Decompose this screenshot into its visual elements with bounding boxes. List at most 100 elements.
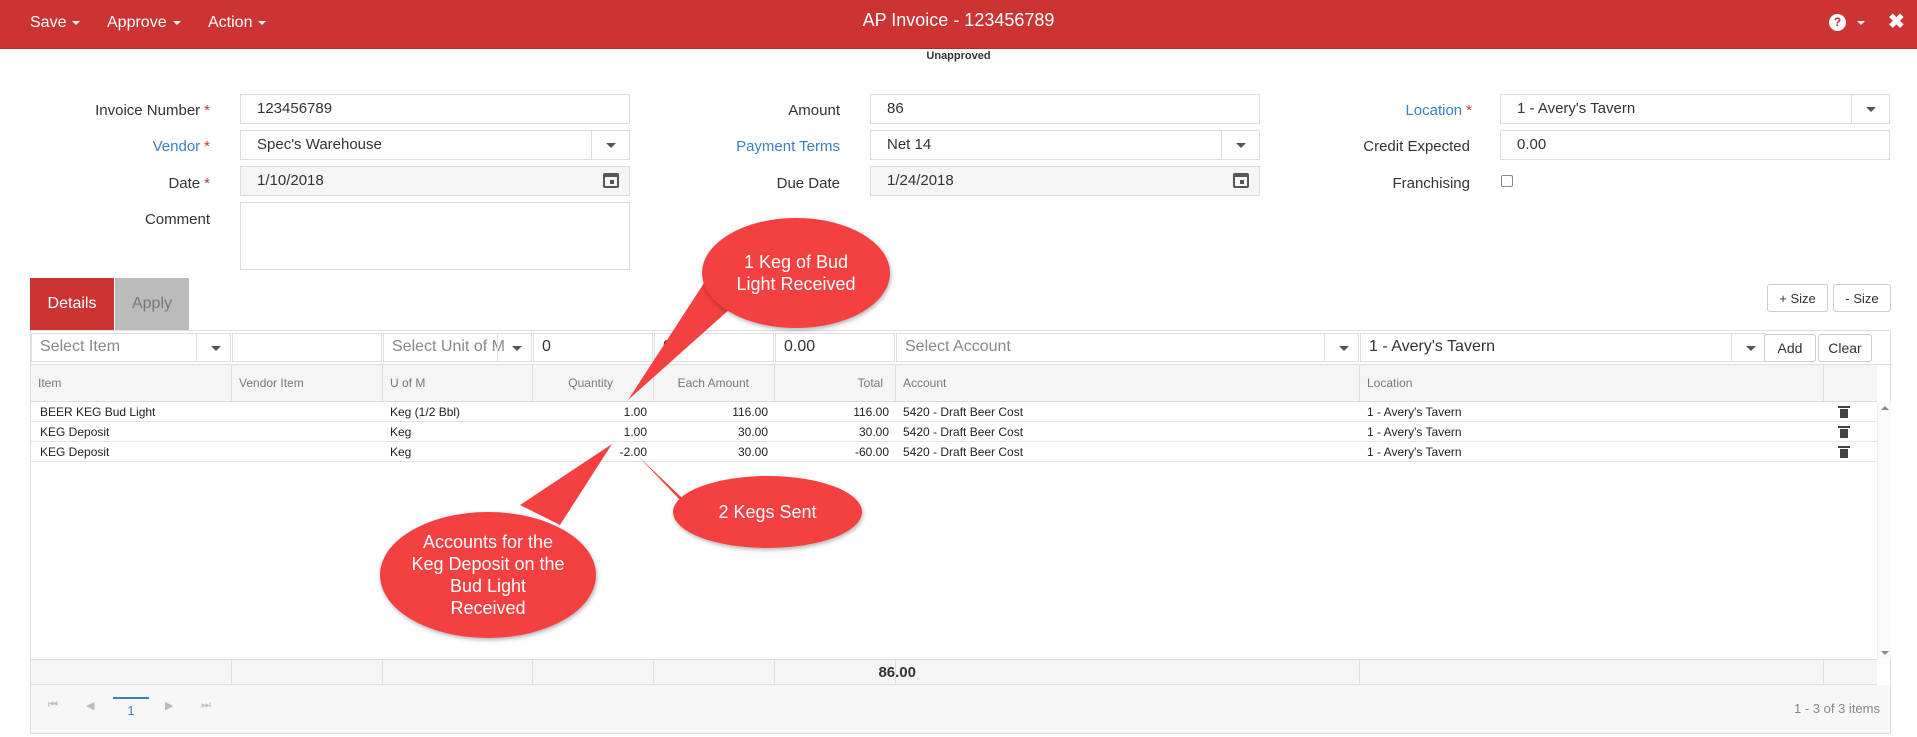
grid-header: Item Vendor Item U of M Quantity Each Am… xyxy=(31,365,1877,402)
due-date-field[interactable]: 1/24/2018 xyxy=(870,166,1260,196)
scroll-down-icon[interactable] xyxy=(1881,651,1889,655)
cell-total: 116.00 xyxy=(853,405,889,419)
scroll-up-icon[interactable] xyxy=(1881,406,1889,410)
invoice-number-field[interactable]: 123456789 xyxy=(240,94,630,124)
footer-cell xyxy=(654,660,775,685)
cell-quantity: -2.00 xyxy=(619,445,647,459)
column-header-uom[interactable]: U of M xyxy=(383,365,533,402)
trash-icon[interactable] xyxy=(1838,406,1850,418)
cell-item: BEER KEG Bud Light xyxy=(40,405,156,419)
vertical-scrollbar[interactable] xyxy=(1877,402,1891,659)
cell-location: 1 - Avery's Tavern xyxy=(1367,405,1462,419)
chevron-down-icon[interactable] xyxy=(196,334,230,361)
location-label[interactable]: Location * xyxy=(1405,102,1472,119)
location-select[interactable]: 1 - Avery's Tavern xyxy=(1500,94,1890,124)
chevron-down-icon[interactable] xyxy=(1731,334,1765,361)
calendar-icon[interactable] xyxy=(603,173,619,188)
vendor-item-input[interactable] xyxy=(232,333,382,362)
footer-cell xyxy=(383,660,533,685)
chevron-down-icon[interactable] xyxy=(1324,334,1358,361)
column-header-account[interactable]: Account xyxy=(896,365,1360,402)
item-select[interactable]: Select Item xyxy=(31,333,231,362)
last-page-icon[interactable]: ⏭ xyxy=(201,699,211,712)
next-page-icon[interactable]: ▶ xyxy=(165,699,173,712)
vendor-value: Spec's Warehouse xyxy=(257,136,382,153)
date-value: 1/10/2018 xyxy=(257,172,324,189)
cell-location: 1 - Avery's Tavern xyxy=(1367,445,1462,459)
callout-received: 1 Keg of Bud Light Received xyxy=(702,218,890,328)
column-header-quantity[interactable]: Quantity xyxy=(533,365,654,402)
payment-terms-select[interactable]: Net 14 xyxy=(870,130,1260,160)
close-icon[interactable]: ✖ xyxy=(1888,9,1905,34)
tab-apply[interactable]: Apply xyxy=(115,278,189,330)
vendor-select[interactable]: Spec's Warehouse xyxy=(240,130,630,160)
cell-vendor-item xyxy=(232,422,383,442)
cell-item: KEG Deposit xyxy=(40,445,110,459)
footer-total: 86.00 xyxy=(878,664,916,681)
cell-vendor-item xyxy=(232,442,383,462)
callout-sent: 2 Kegs Sent xyxy=(673,476,862,548)
each-amount-input[interactable]: 0 xyxy=(654,333,774,362)
chevron-down-icon[interactable] xyxy=(497,334,531,361)
chevron-down-icon[interactable] xyxy=(1851,95,1889,123)
save-menu[interactable]: Save xyxy=(30,0,81,46)
action-menu[interactable]: Action xyxy=(208,0,267,46)
total-input[interactable]: 0.00 xyxy=(775,333,895,362)
help-icon[interactable]: ? xyxy=(1829,14,1846,31)
chevron-down-icon[interactable] xyxy=(591,131,629,159)
top-bar: Save Approve Action AP Invoice - 1234567… xyxy=(0,0,1917,49)
column-header-each-amount[interactable]: Each Amount xyxy=(654,365,775,402)
prev-page-icon[interactable]: ◀ xyxy=(86,699,94,712)
footer-cell xyxy=(232,660,383,685)
increase-size-button[interactable]: + Size xyxy=(1767,284,1828,312)
decrease-size-button[interactable]: - Size xyxy=(1833,284,1891,312)
vendor-label-text: Vendor xyxy=(152,138,201,155)
add-line-button[interactable]: Add xyxy=(1764,334,1816,362)
table-row[interactable]: KEG Deposit Keg -2.00 30.00 -60.00 5420 … xyxy=(31,442,1877,462)
payment-terms-label[interactable]: Payment Terms xyxy=(736,138,840,155)
table-row[interactable]: KEG Deposit Keg 1.00 30.00 30.00 5420 - … xyxy=(31,422,1877,442)
caret-down-icon xyxy=(72,21,81,25)
credit-expected-field[interactable]: 0.00 xyxy=(1500,130,1890,160)
invoice-number-label-text: Invoice Number xyxy=(95,102,201,119)
column-header-location[interactable]: Location xyxy=(1360,365,1824,402)
first-page-icon[interactable]: ⏮ xyxy=(48,699,58,712)
comment-label: Comment xyxy=(144,211,210,228)
table-row[interactable]: BEER KEG Bud Light Keg (1/2 Bbl) 1.00 11… xyxy=(31,402,1877,422)
page-number[interactable]: 1 xyxy=(113,697,149,721)
invoice-lines-grid: Select Item Select Unit of M 0 0 0.00 Se… xyxy=(30,330,1892,734)
calendar-icon[interactable] xyxy=(1233,173,1249,188)
callout-accounts: Accounts for the Keg Deposit on the Bud … xyxy=(380,512,596,638)
page-title: AP Invoice - 123456789 xyxy=(862,10,1055,30)
amount-label: Amount xyxy=(788,102,840,119)
amount-field[interactable]: 86 xyxy=(870,94,1260,124)
action-menu-label: Action xyxy=(208,14,253,31)
cell-account: 5420 - Draft Beer Cost xyxy=(903,405,1024,419)
column-header-item[interactable]: Item xyxy=(31,365,232,402)
quantity-input[interactable]: 0 xyxy=(533,333,653,362)
cell-each-amount: 30.00 xyxy=(737,445,768,459)
comment-field[interactable] xyxy=(240,202,630,270)
franchising-checkbox[interactable] xyxy=(1501,175,1513,187)
cell-location: 1 - Avery's Tavern xyxy=(1367,425,1462,439)
footer-cell xyxy=(31,660,232,685)
column-header-vendor-item[interactable]: Vendor Item xyxy=(232,365,383,402)
help-caret-icon[interactable] xyxy=(1857,21,1865,25)
account-select[interactable]: Select Account xyxy=(896,333,1359,362)
uom-select[interactable]: Select Unit of M xyxy=(383,333,532,362)
cell-account: 5420 - Draft Beer Cost xyxy=(903,445,1024,459)
clear-line-button[interactable]: Clear xyxy=(1818,334,1872,362)
approve-menu[interactable]: Approve xyxy=(107,0,181,46)
line-location-select[interactable]: 1 - Avery's Tavern xyxy=(1360,333,1766,362)
cell-quantity: 1.00 xyxy=(623,425,647,439)
trash-icon[interactable] xyxy=(1838,426,1850,438)
column-header-total[interactable]: Total xyxy=(775,365,896,402)
cell-item: KEG Deposit xyxy=(40,425,110,439)
vendor-label[interactable]: Vendor * xyxy=(153,138,210,155)
cell-vendor-item xyxy=(232,402,383,422)
due-date-value: 1/24/2018 xyxy=(887,172,954,189)
trash-icon[interactable] xyxy=(1838,446,1850,458)
chevron-down-icon[interactable] xyxy=(1221,131,1259,159)
date-field[interactable]: 1/10/2018 xyxy=(240,166,630,196)
tab-details[interactable]: Details xyxy=(30,278,114,330)
